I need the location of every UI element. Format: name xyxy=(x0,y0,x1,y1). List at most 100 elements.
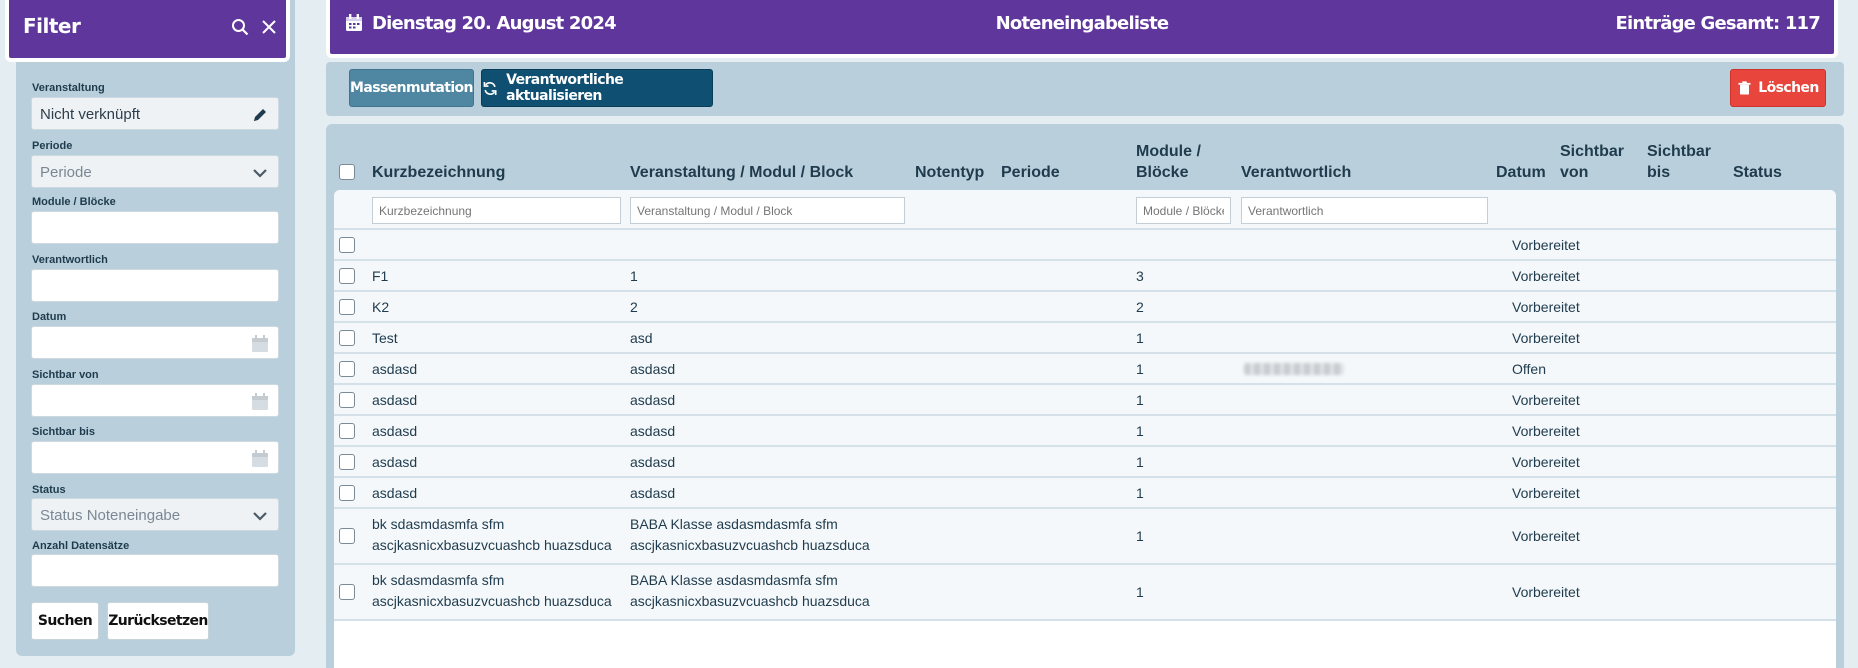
pencil-icon[interactable] xyxy=(250,105,270,125)
header-veranstaltung[interactable]: Veranstaltung / Modul / Block xyxy=(630,162,853,183)
status-select[interactable]: Status Noteneingabe xyxy=(31,498,279,531)
sichtbar-bis-input[interactable] xyxy=(31,441,279,474)
header-sichtbar-bis-line2[interactable]: bis xyxy=(1647,162,1670,183)
table-row[interactable]: bk sdasmdasmfa sfm ascjkasnicxbasuzvcuash… xyxy=(334,509,1836,565)
cell-module: 1 xyxy=(1136,454,1144,470)
filter-module-input[interactable] xyxy=(1136,197,1231,224)
header-datum[interactable]: Datum xyxy=(1496,162,1546,183)
row-checkbox[interactable] xyxy=(339,423,355,439)
cell-kurzbezeichnung-line2: ascjkasnicxbasuzvcuashcb huazsduca xyxy=(372,593,612,609)
label-verantwortlich: Verantwortlich xyxy=(32,254,108,266)
row-checkbox[interactable] xyxy=(339,268,355,284)
reset-button[interactable]: Zurücksetzen xyxy=(107,602,209,640)
delete-button[interactable]: Löschen xyxy=(1730,69,1826,107)
table-row[interactable]: asdasd asdasd 1 Vorbereitet xyxy=(334,416,1836,447)
search-icon[interactable] xyxy=(230,17,250,37)
label-datum: Datum xyxy=(32,311,67,323)
header-sichtbar-bis-line1[interactable]: Sichtbar xyxy=(1647,141,1711,162)
cell-veranstaltung: asd xyxy=(630,330,653,346)
row-checkbox[interactable] xyxy=(339,454,355,470)
header-module-line1[interactable]: Module / xyxy=(1136,141,1201,162)
cell-veranstaltung: asdasd xyxy=(630,361,676,377)
chevron-down-icon xyxy=(250,506,270,526)
periode-select[interactable]: Periode xyxy=(31,155,279,188)
grade-entry-table: Kurzbezeichnung Veranstaltung / Modul / … xyxy=(326,124,1844,668)
cell-veranstaltung: 2 xyxy=(630,299,638,315)
datum-input[interactable] xyxy=(31,326,279,359)
table-row[interactable]: F1 1 3 Vorbereitet xyxy=(334,261,1836,292)
cell-veranstaltung: asdasd xyxy=(630,454,676,470)
veranstaltung-field[interactable]: Nicht verknüpft xyxy=(31,97,279,130)
table-row[interactable]: asdasd asdasd 1 Offen xyxy=(334,354,1836,385)
header-kurzbezeichnung[interactable]: Kurzbezeichnung xyxy=(372,162,505,183)
cell-module: 1 xyxy=(1136,330,1144,346)
row-checkbox[interactable] xyxy=(339,361,355,377)
cell-status: Vorbereitet xyxy=(1512,528,1580,544)
label-status: Status xyxy=(32,484,66,496)
header-periode[interactable]: Periode xyxy=(1001,162,1060,183)
table-row[interactable]: asdasd asdasd 1 Vorbereitet xyxy=(334,478,1836,509)
filter-kurzbezeichnung-input[interactable] xyxy=(372,197,621,224)
table-row[interactable]: Test asd 1 Vorbereitet xyxy=(334,323,1836,354)
table-body: Vorbereitet F1 1 3 Vorbereitet K2 2 2 Vorbereite… xyxy=(334,190,1836,668)
verantwortlich-input[interactable] xyxy=(31,269,279,302)
cell-module: 1 xyxy=(1136,392,1144,408)
filter-sidebar: Veranstaltung Nicht verknüpft Periode Pe… xyxy=(16,0,295,656)
table-row[interactable]: K2 2 2 Vorbereitet xyxy=(334,292,1836,323)
row-checkbox[interactable] xyxy=(339,584,355,600)
cell-status: Vorbereitet xyxy=(1512,423,1580,439)
filter-verantwortlich-input[interactable] xyxy=(1241,197,1488,224)
refresh-icon xyxy=(483,81,497,95)
calendar-icon[interactable] xyxy=(250,392,270,412)
calendar-icon[interactable] xyxy=(250,449,270,469)
close-icon[interactable] xyxy=(259,17,279,37)
table-row[interactable]: asdasd asdasd 1 Vorbereitet xyxy=(334,385,1836,416)
cell-status: Vorbereitet xyxy=(1512,454,1580,470)
cell-status: Vorbereitet xyxy=(1512,237,1580,253)
row-checkbox[interactable] xyxy=(339,528,355,544)
delete-label: Löschen xyxy=(1758,80,1819,96)
row-checkbox[interactable] xyxy=(339,237,355,253)
cell-status: Offen xyxy=(1512,361,1546,377)
table-row[interactable]: asdasd asdasd 1 Vorbereitet xyxy=(334,447,1836,478)
header-sichtbar-von-line2[interactable]: von xyxy=(1560,162,1588,183)
calendar-icon[interactable] xyxy=(250,334,270,354)
filter-veranstaltung-input[interactable] xyxy=(630,197,905,224)
sichtbar-von-input[interactable] xyxy=(31,384,279,417)
filter-header: Filter xyxy=(5,0,290,62)
periode-placeholder: Periode xyxy=(40,164,92,181)
cell-status: Vorbereitet xyxy=(1512,268,1580,284)
select-all-checkbox[interactable] xyxy=(339,164,355,180)
header-verantwortlich[interactable]: Verantwortlich xyxy=(1241,162,1351,183)
cell-kurzbezeichnung: bk sdasmdasmfa sfm xyxy=(372,516,505,532)
cell-status: Vorbereitet xyxy=(1512,299,1580,315)
cell-status: Vorbereitet xyxy=(1512,392,1580,408)
row-checkbox[interactable] xyxy=(339,299,355,315)
cell-veranstaltung: asdasd xyxy=(630,392,676,408)
row-checkbox[interactable] xyxy=(339,485,355,501)
search-button[interactable]: Suchen xyxy=(31,602,99,640)
label-veranstaltung: Veranstaltung xyxy=(32,82,105,94)
cell-kurzbezeichnung: asdasd xyxy=(372,423,418,439)
row-checkbox[interactable] xyxy=(339,392,355,408)
header-notentyp[interactable]: Notentyp xyxy=(915,162,984,183)
cell-module: 1 xyxy=(1136,423,1144,439)
row-checkbox[interactable] xyxy=(339,330,355,346)
filter-title: Filter xyxy=(23,14,81,38)
table-row[interactable]: bk sdasmdasmfa sfm ascjkasnicxbasuzvcuash… xyxy=(334,565,1836,621)
module-input[interactable] xyxy=(31,211,279,244)
cell-veranstaltung: asdasd xyxy=(630,423,676,439)
mass-mutation-button[interactable]: Massenmutation xyxy=(349,69,474,107)
cell-kurzbezeichnung: bk sdasmdasmfa sfm xyxy=(372,572,505,588)
cell-veranstaltung: BABA Klasse asdasmdasmfa sfm xyxy=(630,572,838,588)
cell-module: 3 xyxy=(1136,268,1144,284)
header-sichtbar-von-line1[interactable]: Sichtbar xyxy=(1560,141,1624,162)
cell-kurzbezeichnung: Test xyxy=(372,330,398,346)
header-status[interactable]: Status xyxy=(1733,162,1782,183)
table-row[interactable]: Vorbereitet xyxy=(334,230,1836,261)
header-module-line2[interactable]: Blöcke xyxy=(1136,162,1188,183)
anzahl-input[interactable] xyxy=(31,554,279,587)
update-responsible-button[interactable]: Verantwortliche aktualisieren xyxy=(481,69,713,107)
trash-icon xyxy=(1738,80,1751,94)
cell-status: Vorbereitet xyxy=(1512,485,1580,501)
